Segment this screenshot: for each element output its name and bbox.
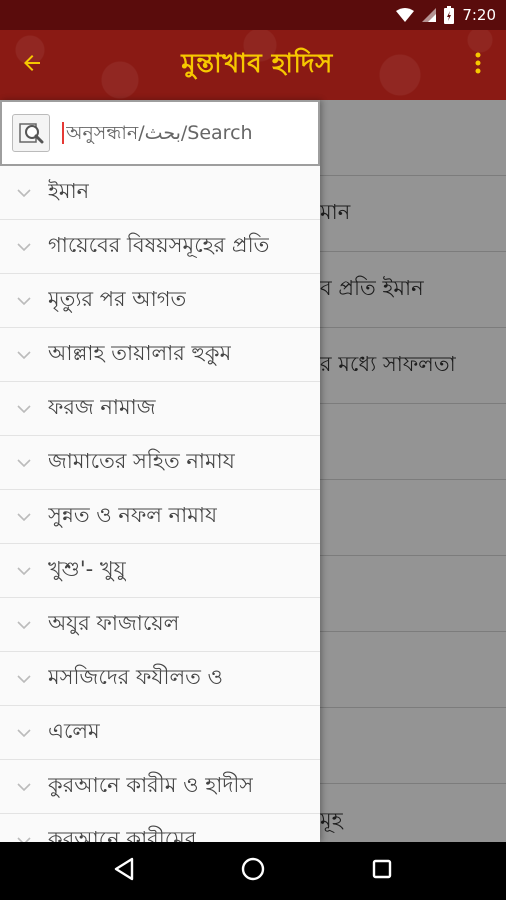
chevron-down-icon	[0, 728, 48, 738]
status-time: 7:20	[462, 6, 496, 24]
app-bar: মুন্তাখাব হাদিস	[0, 30, 506, 100]
drawer-item[interactable]: অযুর ফাজায়েল	[0, 598, 320, 652]
wifi-icon	[396, 8, 415, 22]
chevron-down-icon	[0, 350, 48, 360]
drawer-item[interactable]: ফরজ নামাজ	[0, 382, 320, 436]
chevron-down-icon	[0, 242, 48, 252]
drawer-item[interactable]: আল্লাহ তায়ালার হুকুম	[0, 328, 320, 382]
drawer-item[interactable]: কুরআনে কারীম ও হাদীস	[0, 760, 320, 814]
drawer-item-label: কুরআনে কারীমের	[48, 827, 197, 842]
drawer-item-label: ফরজ নামাজ	[48, 395, 156, 419]
search-input[interactable]	[62, 122, 302, 144]
back-button[interactable]	[0, 30, 64, 100]
nav-recents-button[interactable]	[352, 842, 412, 900]
nav-home-button[interactable]	[223, 842, 283, 900]
overflow-menu-button[interactable]	[450, 30, 506, 100]
search-icon[interactable]	[12, 114, 50, 152]
square-recents-icon	[371, 858, 393, 884]
chevron-down-icon	[0, 188, 48, 198]
drawer-item-label: অযুর ফাজায়েল	[48, 611, 180, 635]
drawer-item-label: কুরআনে কারীম ও হাদীস	[48, 773, 254, 797]
drawer-item[interactable]: সুন্নত ও নফল নামায	[0, 490, 320, 544]
drawer-item-label: মসজিদের ফযীলত ও	[48, 665, 224, 689]
chevron-down-icon	[0, 458, 48, 468]
drawer-item[interactable]: মসজিদের ফযীলত ও	[0, 652, 320, 706]
chevron-down-icon	[0, 674, 48, 684]
drawer-item-label: সুন্নত ও নফল নামায	[48, 503, 218, 527]
signal-icon	[422, 8, 437, 22]
drawer-item-label: ইমান	[48, 179, 90, 203]
nav-back-button[interactable]	[94, 842, 154, 900]
navigation-drawer: ইমান গায়েবের বিষয়সমূহের প্রতি মৃত্যুর …	[0, 100, 320, 842]
search-bar	[0, 100, 320, 166]
chevron-down-icon	[0, 620, 48, 630]
drawer-item-label: খুশু'- খুযু	[48, 557, 126, 581]
drawer-item-label: মৃত্যুর পর আগত	[48, 287, 187, 311]
chevron-down-icon	[0, 296, 48, 306]
page-title: মুন্তাখাব হাদিস	[181, 49, 333, 79]
drawer-item[interactable]: ইমান	[0, 166, 320, 220]
chevron-down-icon	[0, 782, 48, 792]
drawer-item[interactable]: কুরআনে কারীমের	[0, 814, 320, 842]
triangle-back-icon	[113, 857, 135, 885]
more-vertical-icon	[475, 51, 481, 79]
battery-icon	[444, 6, 455, 24]
drawer-item-label: আল্লাহ তায়ালার হুকুম	[48, 341, 232, 365]
drawer-item[interactable]: জামাতের সহিত নামায	[0, 436, 320, 490]
drawer-item[interactable]: মৃত্যুর পর আগত	[0, 274, 320, 328]
drawer-item[interactable]: খুশু'- খুযু	[0, 544, 320, 598]
drawer-item-label: এলেম	[48, 719, 100, 743]
circle-home-icon	[240, 856, 266, 886]
drawer-item[interactable]: গায়েবের বিষয়সমূহের প্রতি	[0, 220, 320, 274]
chevron-down-icon	[0, 404, 48, 414]
drawer-item-label: জামাতের সহিত নামায	[48, 449, 235, 473]
drawer-item[interactable]: এলেম	[0, 706, 320, 760]
system-nav-bar	[0, 842, 506, 900]
chevron-down-icon	[0, 566, 48, 576]
arrow-left-icon	[20, 51, 44, 79]
chevron-down-icon	[0, 512, 48, 522]
status-bar: 7:20	[0, 0, 506, 30]
drawer-item-label: গায়েবের বিষয়সমূহের প্রতি	[48, 233, 270, 257]
